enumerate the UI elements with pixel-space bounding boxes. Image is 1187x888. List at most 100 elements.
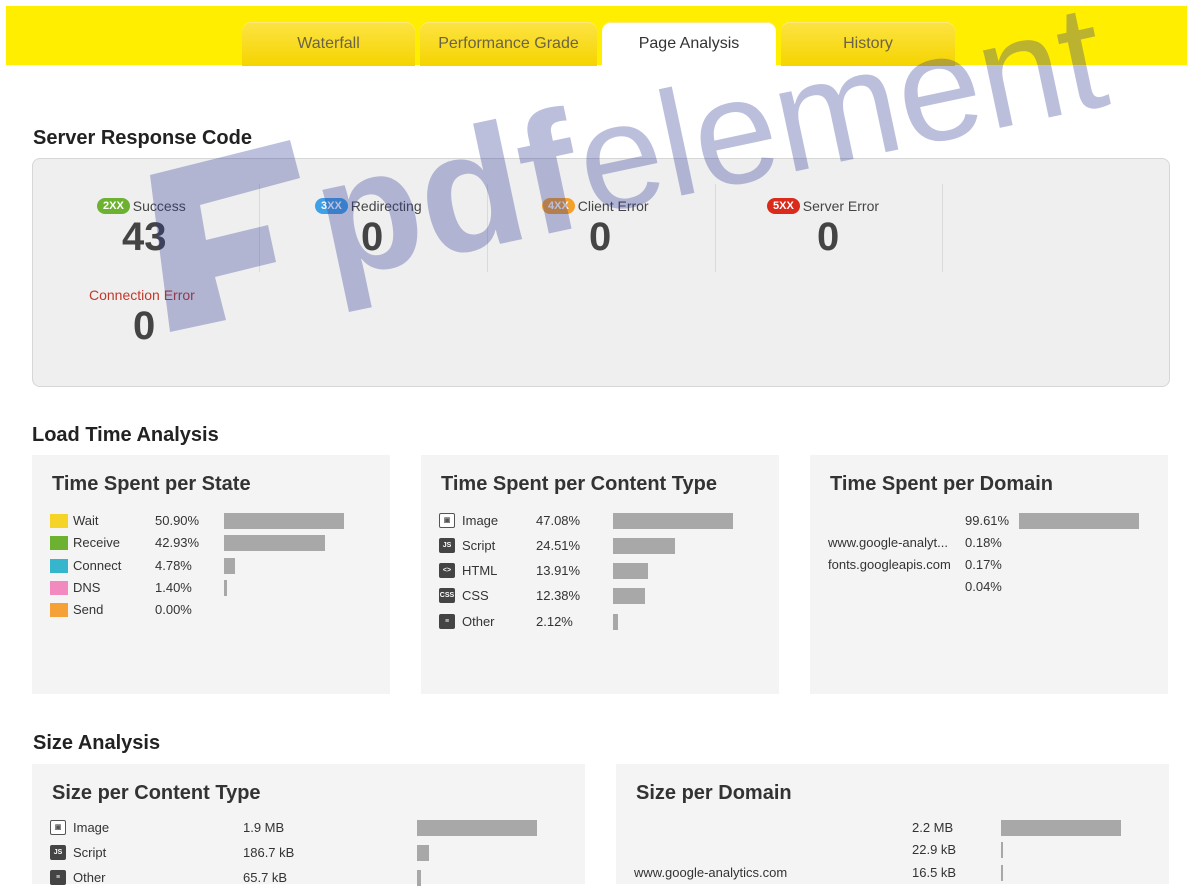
list-item: CSS CSS 12.38% <box>439 586 769 606</box>
row-pct: 13.91% <box>536 563 581 578</box>
row-label: Image <box>73 820 110 835</box>
row-pct: 0.00% <box>155 602 192 617</box>
list-item: Connect 4.78% <box>50 556 380 576</box>
list-item: www.google-analyt... 0.18% <box>828 533 1158 553</box>
divider <box>942 184 943 272</box>
legend-swatch <box>50 559 68 573</box>
card-title: Time Spent per Content Type <box>441 473 717 495</box>
bar <box>417 820 537 836</box>
time-per-content-card: Time Spent per Content Type ▣ Image 47.08%… <box>421 455 779 694</box>
other-icon: ≡ <box>439 614 455 629</box>
bar <box>613 588 645 604</box>
list-item: 0.04% <box>828 577 1158 597</box>
legend-swatch <box>50 514 68 528</box>
time-per-domain-card: Time Spent per Domain 99.61% www.google-… <box>810 455 1168 694</box>
size-analysis-heading: Size Analysis <box>33 732 161 754</box>
other-icon: ≡ <box>50 870 66 885</box>
time-per-state-card: Time Spent per State Wait 50.90% Receive 4… <box>32 455 390 694</box>
row-label: Receive <box>73 535 120 550</box>
rc-value: 43 <box>122 215 167 259</box>
row-label: Script <box>462 538 496 553</box>
row-pct: 99.61% <box>965 513 1010 528</box>
divider <box>715 184 716 272</box>
list-item: <> HTML 13.91% <box>439 561 769 581</box>
image-icon: ▣ <box>439 513 455 528</box>
bar <box>1001 820 1121 836</box>
list-item: 2.2 MB <box>634 818 1164 838</box>
list-item: JS Script 186.7 kB <box>50 843 580 863</box>
row-size: 1.9 MB <box>243 820 285 835</box>
status-badge: 2XX <box>97 197 130 214</box>
rc-value: 0 <box>361 215 384 259</box>
list-item: Send 0.00% <box>50 600 380 620</box>
list-item: Wait 50.90% <box>50 511 380 531</box>
tab-page-analysis[interactable]: Page Analysis <box>602 22 776 66</box>
rc-label: Connection Error <box>89 286 195 303</box>
legend-swatch <box>50 581 68 595</box>
bar <box>613 538 675 554</box>
row-pct: 24.51% <box>536 538 581 553</box>
row-label: DNS <box>73 580 101 595</box>
size-per-domain-card: Size per Domain 2.2 MB 22.9 kB www.googl… <box>616 764 1169 884</box>
bar <box>613 563 648 579</box>
load-time-analysis-heading: Load Time Analysis <box>32 424 219 446</box>
rc-3xx: 3XX Redirecting 0 <box>315 197 515 259</box>
card-title: Size per Domain <box>636 782 792 804</box>
rc-label: Server Error <box>802 197 880 214</box>
status-badge: 4XX <box>542 197 575 214</box>
rc-2xx: 2XX Success 43 <box>97 197 297 259</box>
row-pct: 12.38% <box>536 588 581 603</box>
rc-value: 0 <box>133 304 156 348</box>
script-icon: JS <box>50 845 66 860</box>
row-label: fonts.googleapis.com <box>828 557 951 572</box>
tab-waterfall[interactable]: Waterfall <box>242 22 415 66</box>
rc-5xx: 5XX Server Error 0 <box>767 197 967 259</box>
bar <box>224 535 325 551</box>
card-title: Size per Content Type <box>52 782 261 804</box>
row-pct: 0.04% <box>965 579 1002 594</box>
tab-performance-grade[interactable]: Performance Grade <box>420 22 597 66</box>
list-item: ▣ Image 1.9 MB <box>50 818 580 838</box>
row-pct: 42.93% <box>155 535 200 550</box>
rc-value: 0 <box>589 215 612 259</box>
rc-4xx: 4XX Client Error 0 <box>542 197 742 259</box>
row-label: Wait <box>73 513 99 528</box>
list-item: 22.9 kB <box>634 840 1164 860</box>
row-pct: 0.18% <box>965 535 1002 550</box>
list-item: www.google-analytics.com 16.5 kB <box>634 863 1164 883</box>
rc-value: 0 <box>817 215 840 259</box>
rc-connection-error: Connection Error 0 <box>89 286 289 348</box>
row-label: Connect <box>73 558 122 573</box>
list-item: JS Script 24.51% <box>439 536 769 556</box>
bar <box>613 614 618 630</box>
row-pct: 0.17% <box>965 557 1002 572</box>
html-icon: <> <box>439 563 455 578</box>
bar <box>613 513 733 529</box>
bar <box>224 580 227 596</box>
rc-label: Redirecting <box>350 197 422 214</box>
bar <box>224 558 235 574</box>
card-title: Time Spent per Domain <box>830 473 1054 495</box>
divider <box>487 184 488 272</box>
row-label: Send <box>73 602 104 617</box>
row-pct: 47.08% <box>536 513 581 528</box>
bar <box>1001 842 1003 858</box>
row-pct: 4.78% <box>155 558 192 573</box>
bar <box>1001 865 1003 881</box>
row-size: 2.2 MB <box>912 820 954 835</box>
legend-swatch <box>50 536 68 550</box>
row-pct: 2.12% <box>536 614 573 629</box>
list-item: ▣ Image 47.08% <box>439 511 769 531</box>
row-label: HTML <box>462 563 498 578</box>
list-item: 99.61% <box>828 511 1158 531</box>
list-item: fonts.googleapis.com 0.17% <box>828 555 1158 575</box>
bar <box>224 513 344 529</box>
server-response-code-heading: Server Response Code <box>33 127 252 149</box>
tab-history[interactable]: History <box>781 22 955 66</box>
row-label: Other <box>73 870 106 885</box>
bar <box>417 845 429 861</box>
row-pct: 1.40% <box>155 580 192 595</box>
rc-label: Success <box>132 197 186 214</box>
list-item: Receive 42.93% <box>50 533 380 553</box>
row-label: Image <box>462 513 499 528</box>
